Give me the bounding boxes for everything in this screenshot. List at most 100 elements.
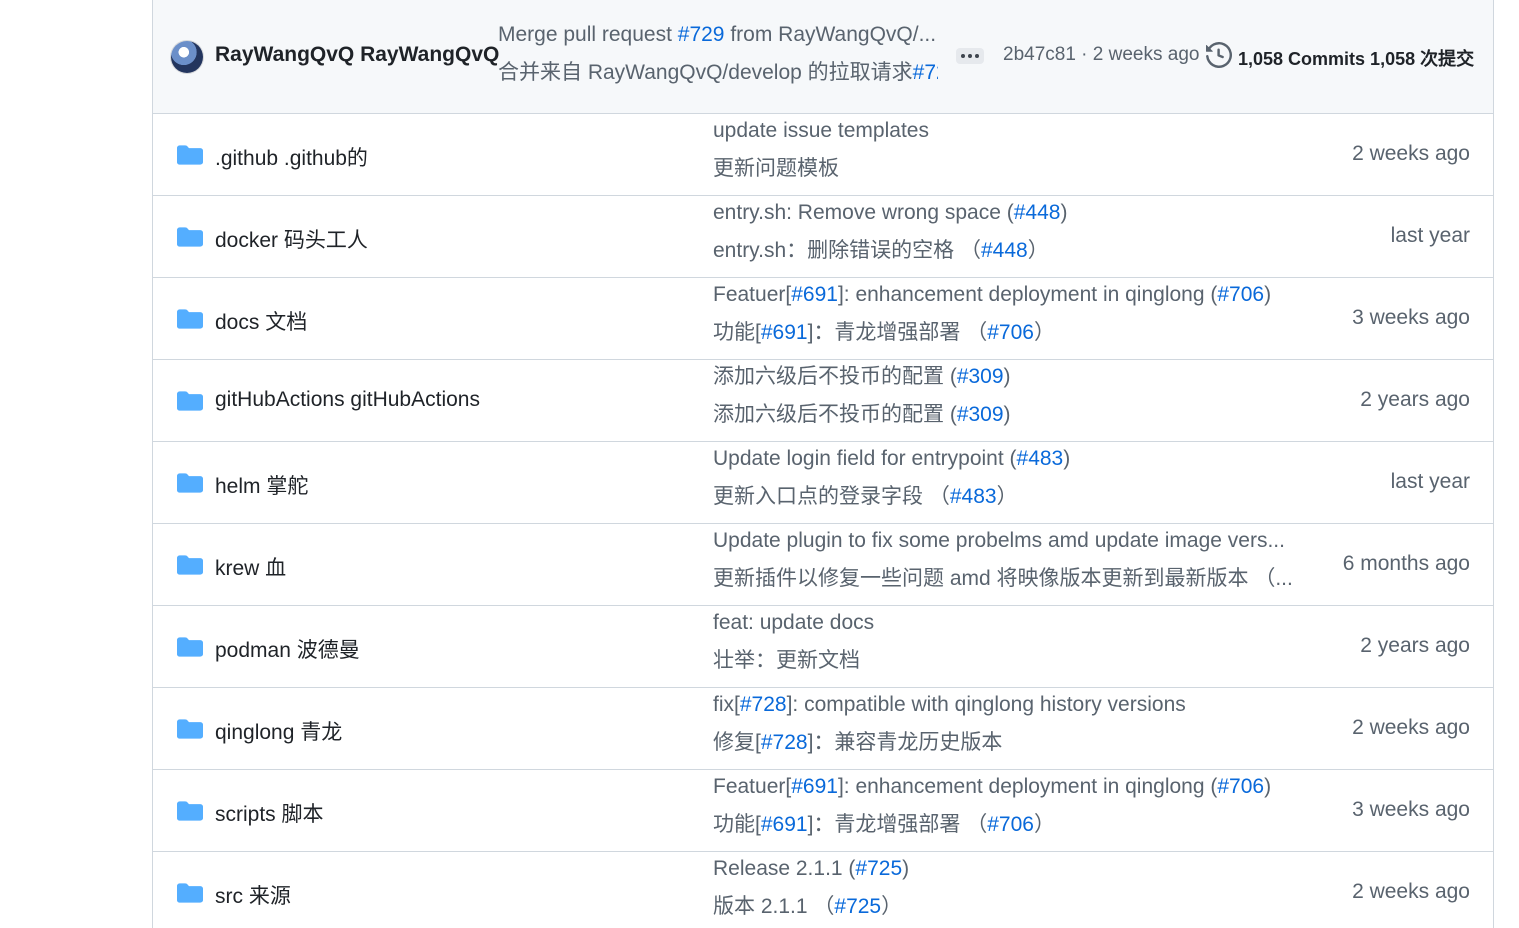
message-line: 更新插件以修复一些问题 amd 将映像版本更新到最新版本 （... [713,560,1293,598]
file-row[interactable]: qinglong 青龙 fix[#728]: compatible with qi… [153,688,1493,770]
commit-message[interactable]: Featuer[#691]: enhancement deployment in… [713,770,1293,844]
issue-link[interactable]: #483 [950,485,997,508]
message-line: 添加六级后不投币的配置 (#309) [713,358,1293,396]
message-line: 更新入口点的登录字段 （#483） [713,478,1293,516]
file-row[interactable]: podman 波德曼 feat: update docs 壮举：更新文档 2 year… [153,606,1493,688]
commit-message[interactable]: 添加六级后不投币的配置 (#309) 添加六级后不投币的配置 (#309) [713,360,1293,434]
issue-link[interactable]: #309 [957,365,1004,388]
message-text: Merge pull request [498,23,678,46]
commit-message[interactable]: Merge pull request #729 from RayWangQvQ/… [498,16,938,92]
commit-time: 2 weeks ago [1352,716,1470,739]
commit-time: 3 weeks ago [1352,306,1470,329]
issue-link[interactable]: #691 [761,813,808,836]
file-row[interactable]: docs 文档 Featuer[#691]: enhancement deploy… [153,278,1493,360]
file-rows: .github .github的 update issue templates 更新… [153,114,1493,928]
file-list-panel: RayWangQvQ RayWangQvQ Merge pull request… [152,0,1494,928]
folder-icon [177,145,203,165]
file-name-link[interactable]: scripts 脚本 [215,798,324,828]
message-text: ]：兼容青龙历史版本 [807,731,1003,754]
issue-link[interactable]: #483 [1017,447,1064,470]
commit-message[interactable]: Featuer[#691]: enhancement deployment in… [713,278,1293,352]
message-text: from RayWangQvQ/... [724,23,937,46]
commit-time: 2 weeks ago [1352,142,1470,165]
message-text: Featuer[ [713,775,792,798]
issue-link[interactable]: #728 [740,693,787,716]
commit-message[interactable]: Update login field for entrypoint (#483)… [713,442,1293,516]
issue-link[interactable]: #729 [678,23,725,46]
file-name-link[interactable]: qinglong 青龙 [215,716,342,746]
commit-message[interactable]: entry.sh: Remove wrong space (#448) entry… [713,196,1293,270]
file-row[interactable]: docker 码头工人 entry.sh: Remove wrong space … [153,196,1493,278]
file-name-link[interactable]: .github .github的 [215,142,368,172]
issue-link[interactable]: #725 [855,857,902,880]
file-name-link[interactable]: helm 掌舵 [215,470,308,500]
file-name-link[interactable]: src 来源 [215,880,291,910]
folder-icon [177,555,203,575]
message-text: ]: compatible with qinglong history vers… [786,693,1186,716]
kebab-horizontal-icon[interactable] [956,48,984,64]
folder-icon [177,309,203,329]
avatar[interactable] [171,41,203,73]
file-name-link[interactable]: gitHubActions gitHubActions [215,388,480,412]
issue-link[interactable]: #706 [987,321,1034,344]
commit-time: 2 years ago [1360,634,1470,657]
commit-message[interactable]: Update plugin to fix some probelms amd u… [713,524,1293,598]
message-line: update issue templates [713,112,1293,150]
file-row[interactable]: .github .github的 update issue templates 更新… [153,114,1493,196]
issue-link[interactable]: #309 [957,403,1004,426]
file-row[interactable]: src 来源 Release 2.1.1 (#725) 版本 2.1.1 （#725… [153,852,1493,928]
file-row[interactable]: gitHubActions gitHubActions 添加六级后不投币的配置 (… [153,360,1493,442]
folder-icon [177,391,203,411]
message-line: entry.sh: Remove wrong space (#448) [713,194,1293,232]
issue-link[interactable]: #728 [761,731,808,754]
issue-link[interactable]: #706 [1217,775,1264,798]
commits-count-link[interactable]: 1,058 Commits 1,058 次提交 [1238,45,1474,71]
history-icon[interactable] [1206,42,1232,68]
issue-link[interactable]: #448 [1014,201,1061,224]
message-text: 版本 2.1.1 （ [713,895,835,918]
message-text: ） [881,895,903,918]
message-line: 修复[#728]：兼容青龙历史版本 [713,724,1293,762]
commit-sha-time[interactable]: 2b47c81 · 2 weeks ago [1003,44,1199,66]
message-text: ]：青龙增强部署 （ [807,813,988,836]
commit-message[interactable]: fix[#728]: compatible with qinglong hist… [713,688,1293,762]
message-line: Release 2.1.1 (#725) [713,850,1293,888]
message-text: ) [1264,283,1272,306]
file-name-link[interactable]: docker 码头工人 [215,224,368,254]
file-row[interactable]: helm 掌舵 Update login field for entrypoint… [153,442,1493,524]
commit-author[interactable]: RayWangQvQ RayWangQvQ [215,43,499,67]
commit-time: 6 months ago [1342,552,1470,575]
message-text: Update plugin to fix some probelms amd u… [713,529,1285,552]
commit-message[interactable]: update issue templates 更新问题模板 [713,114,1293,188]
message-text: ) [1063,447,1071,470]
message-line: Featuer[#691]: enhancement deployment in… [713,276,1293,314]
issue-link[interactable]: #725 [834,895,881,918]
message-line: Update login field for entrypoint (#483) [713,440,1293,478]
issue-link[interactable]: #691 [761,321,808,344]
folder-icon [177,637,203,657]
issue-link[interactable]: #706 [1217,283,1264,306]
file-row[interactable]: scripts 脚本 Featuer[#691]: enhancement dep… [153,770,1493,852]
folder-icon [177,719,203,739]
issue-link[interactable]: #691 [791,283,838,306]
file-row[interactable]: krew 血 Update plugin to fix some probelms… [153,524,1493,606]
issue-link[interactable]: #72 [913,61,938,84]
file-name-link[interactable]: podman 波德曼 [215,634,360,664]
issue-link[interactable]: #691 [791,775,838,798]
file-name-link[interactable]: krew 血 [215,552,286,582]
issue-link[interactable]: #706 [987,813,1034,836]
message-text: 修复[ [713,731,761,754]
message-text: ) [1264,775,1272,798]
issue-link[interactable]: #448 [981,239,1028,262]
commit-time: last year [1390,224,1470,247]
message-text: ） [1033,813,1055,836]
message-text: 功能[ [713,321,761,344]
message-text: 更新入口点的登录字段 （ [713,485,950,508]
file-name-link[interactable]: docs 文档 [215,306,307,336]
commit-message[interactable]: feat: update docs 壮举：更新文档 [713,606,1293,680]
commit-message[interactable]: Release 2.1.1 (#725) 版本 2.1.1 （#725） [713,852,1293,926]
message-text: ]: enhancement deployment in qinglong ( [837,283,1218,306]
message-line: 更新问题模板 [713,150,1293,188]
message-text: 添加六级后不投币的配置 ( [713,403,957,426]
message-text: ） [1027,239,1049,262]
